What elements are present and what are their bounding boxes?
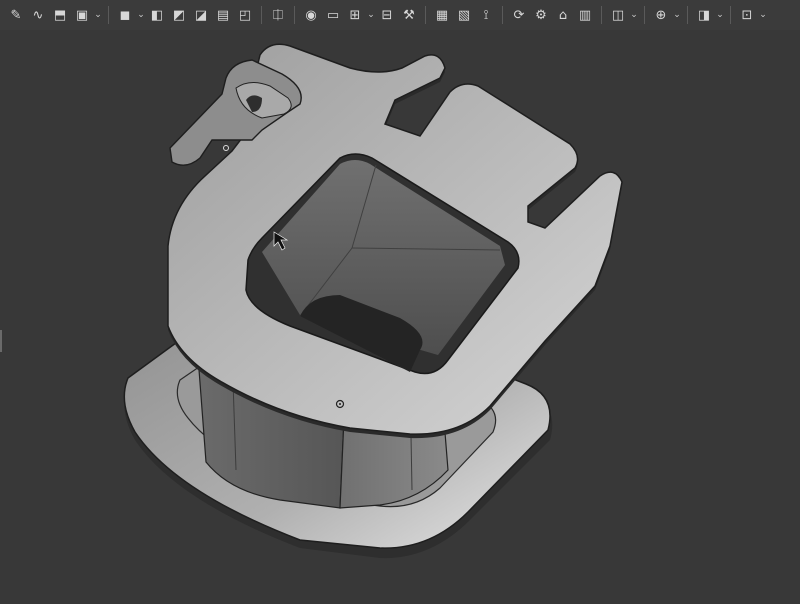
panel-collapse-handle[interactable] — [0, 330, 2, 352]
toolbar-separator — [294, 6, 295, 24]
measure-icon[interactable]: ⟟ — [476, 4, 496, 26]
main-toolbar: ✎ ∿ ⬒ ▣ ⌄ ◼ ⌄ ◧ ◩ ◪ ▤ ◰ ⎅ ◉ ▭ ⊞ ⌄ ⊟ ⚒ ▦ ▧ ⟟ ⟳ ⚙ ⌂ ▥ ◫ ⌄ ⊕ ⌄ ◨ ⌄ ⊡ ⌄ — [0, 0, 800, 30]
toolbar-separator — [108, 6, 109, 24]
split-icon[interactable]: ⊟ — [377, 4, 397, 26]
chevron-down-icon[interactable]: ⌄ — [94, 4, 102, 26]
grid-icon[interactable]: ▦ — [432, 4, 452, 26]
pattern-icon[interactable]: ⊞ — [345, 4, 365, 26]
section-icon[interactable]: ◨ — [694, 4, 714, 26]
model-canvas[interactable] — [0, 30, 800, 600]
chevron-down-icon[interactable]: ⌄ — [367, 4, 375, 26]
toolbar-separator — [730, 6, 731, 24]
chevron-down-icon[interactable]: ⌄ — [673, 4, 681, 26]
extrude-icon[interactable]: ⬒ — [50, 4, 70, 26]
boss-icon[interactable]: ◪ — [191, 4, 211, 26]
material-icon[interactable]: ▥ — [575, 4, 595, 26]
toolbar-separator — [502, 6, 503, 24]
rotate-icon[interactable]: ⟳ — [509, 4, 529, 26]
view-cube-icon[interactable]: ◫ — [608, 4, 628, 26]
spline-icon[interactable]: ∿ — [28, 4, 48, 26]
toolbar-separator — [687, 6, 688, 24]
toolbar-separator — [601, 6, 602, 24]
chevron-down-icon[interactable]: ⌄ — [630, 4, 638, 26]
solid-icon[interactable]: ◼ — [115, 4, 135, 26]
render-icon[interactable]: ⌂ — [553, 4, 573, 26]
display-icon[interactable]: ⊡ — [737, 4, 757, 26]
cylinder-icon[interactable]: ▭ — [323, 4, 343, 26]
gear-icon[interactable]: ⚙ — [531, 4, 551, 26]
hatch-icon[interactable]: ▧ — [454, 4, 474, 26]
shell-icon[interactable]: ▤ — [213, 4, 233, 26]
toolbar-separator — [644, 6, 645, 24]
chevron-down-icon[interactable]: ⌄ — [759, 4, 767, 26]
snap-icon[interactable]: ⊕ — [651, 4, 671, 26]
box-icon[interactable]: ▣ — [72, 4, 92, 26]
3d-viewport[interactable] — [0, 30, 800, 600]
chevron-down-icon[interactable]: ⌄ — [716, 4, 724, 26]
toolbar-separator — [261, 6, 262, 24]
chevron-down-icon[interactable]: ⌄ — [137, 4, 145, 26]
sphere-icon[interactable]: ◉ — [301, 4, 321, 26]
face-icon[interactable]: ◧ — [147, 4, 167, 26]
fillet-icon[interactable]: ◰ — [235, 4, 255, 26]
sketch-icon[interactable]: ✎ — [6, 4, 26, 26]
sweep-icon[interactable]: ◩ — [169, 4, 189, 26]
tool-icon[interactable]: ⚒ — [399, 4, 419, 26]
mirror-icon[interactable]: ⎅ — [268, 4, 288, 26]
toolbar-separator — [425, 6, 426, 24]
